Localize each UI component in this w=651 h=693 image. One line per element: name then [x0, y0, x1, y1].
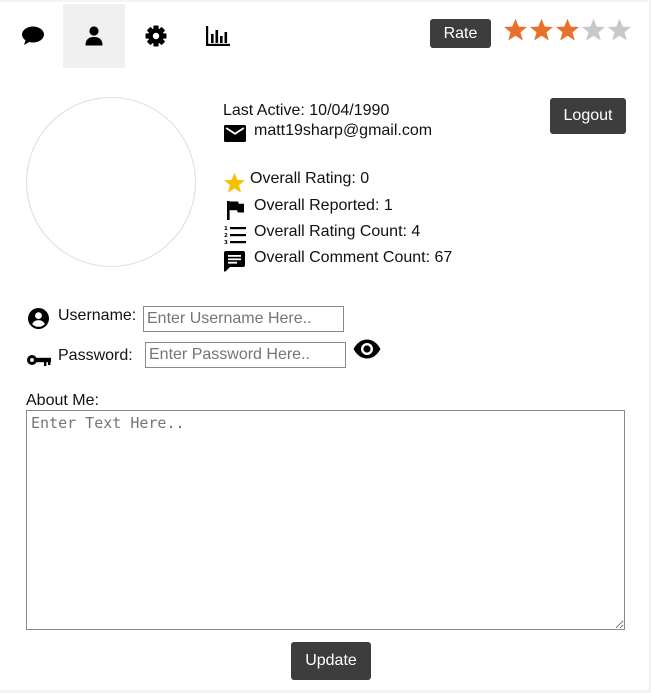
rate-button[interactable]: Rate: [430, 19, 491, 48]
username-input[interactable]: [143, 306, 344, 332]
svg-text:1: 1: [224, 226, 228, 232]
star-empty-icon[interactable]: [581, 18, 606, 42]
tab-profile[interactable]: [63, 4, 125, 68]
email: matt19sharp@gmail.com: [254, 122, 433, 139]
avatar: [26, 97, 196, 267]
star-rating[interactable]: [503, 18, 632, 42]
update-button[interactable]: Update: [291, 642, 371, 680]
star-filled-icon[interactable]: [529, 18, 554, 42]
chat-icon: [21, 25, 45, 47]
overall-reported: Overall Reported: 1: [254, 197, 393, 214]
about-me-label: About Me:: [26, 392, 99, 409]
flag-icon: [227, 201, 245, 225]
account-circle-icon: [28, 308, 49, 334]
mail-icon: [224, 125, 246, 147]
logout-button[interactable]: Logout: [550, 98, 626, 134]
profile-panel: Rate Last Active: 10/04/1990 matt19sharp…: [0, 2, 650, 690]
last-active: Last Active: 10/04/1990: [223, 102, 390, 119]
password-label: Password:: [58, 347, 133, 364]
key-icon: [27, 353, 51, 372]
star-filled-icon[interactable]: [503, 18, 528, 42]
overall-comment-count: Overall Comment Count: 67: [254, 249, 453, 266]
svg-text:3: 3: [224, 240, 228, 245]
eye-icon[interactable]: [353, 339, 381, 364]
overall-rating: Overall Rating: 0: [250, 170, 370, 187]
comment-icon: [224, 251, 245, 277]
user-icon: [84, 26, 104, 46]
about-me-textarea[interactable]: [26, 410, 625, 630]
star-empty-icon[interactable]: [607, 18, 632, 42]
star-filled-icon[interactable]: [555, 18, 580, 42]
password-input[interactable]: [145, 342, 346, 368]
username-label: Username:: [58, 307, 137, 324]
gear-icon: [145, 25, 167, 47]
tab-stats[interactable]: [187, 4, 249, 68]
bar-chart-icon: [205, 25, 231, 47]
star-icon: [223, 172, 246, 199]
tab-settings[interactable]: [125, 4, 187, 68]
numbered-list-icon: 1 2 3: [224, 225, 246, 250]
svg-text:2: 2: [224, 233, 228, 239]
overall-rating-count: Overall Rating Count: 4: [254, 223, 421, 240]
tab-chat[interactable]: [2, 4, 64, 68]
